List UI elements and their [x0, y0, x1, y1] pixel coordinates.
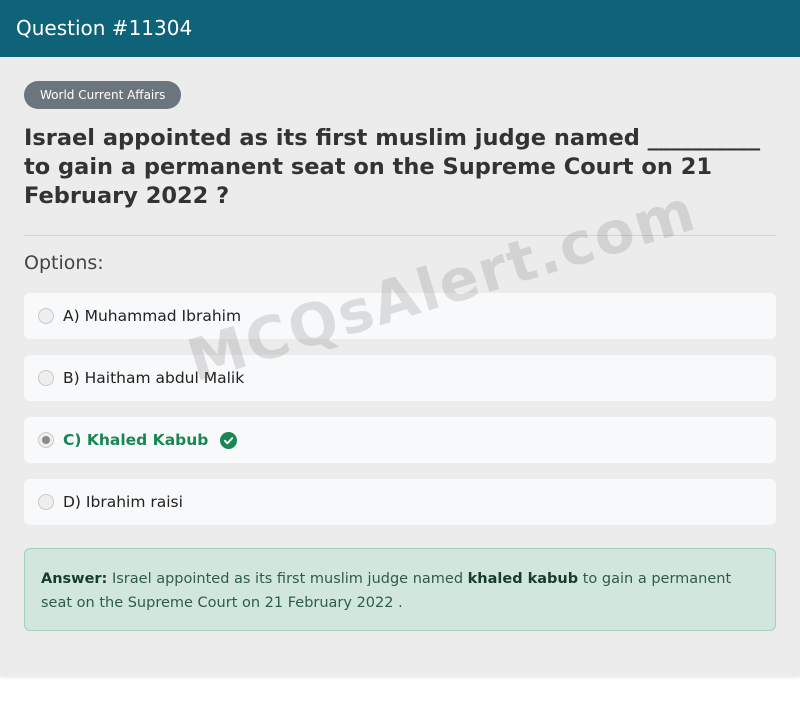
options-label: Options: [24, 252, 104, 274]
divider [24, 235, 776, 236]
answer-highlight: khaled kabub [467, 571, 579, 587]
option-label: B) Haitham abdul Malik [63, 369, 245, 387]
answer-label: Answer: [41, 571, 108, 587]
radio-button[interactable] [38, 308, 54, 324]
option-label: A) Muhammad Ibrahim [63, 307, 242, 325]
radio-button-selected[interactable] [38, 432, 54, 448]
option-a[interactable]: A) Muhammad Ibrahim [24, 293, 776, 339]
radio-button[interactable] [38, 494, 54, 510]
question-header: Question #11304 [0, 0, 800, 57]
option-label: C) Khaled Kabub [63, 431, 209, 449]
answer-box: Answer: Israel appointed as its first mu… [24, 548, 776, 631]
check-circle-icon [220, 431, 238, 449]
option-b[interactable]: B) Haitham abdul Malik [24, 355, 776, 401]
question-card: Question #11304 World Current Affairs Is… [0, 0, 800, 676]
option-c[interactable]: C) Khaled Kabub [24, 417, 776, 463]
option-d[interactable]: D) Ibrahim raisi [24, 479, 776, 525]
answer-text-before: Israel appointed as its first muslim jud… [107, 571, 468, 587]
option-label: D) Ibrahim raisi [63, 493, 183, 511]
category-badge[interactable]: World Current Affairs [24, 81, 182, 109]
radio-button[interactable] [38, 370, 54, 386]
question-text: Israel appointed as its first muslim jud… [24, 125, 761, 209]
